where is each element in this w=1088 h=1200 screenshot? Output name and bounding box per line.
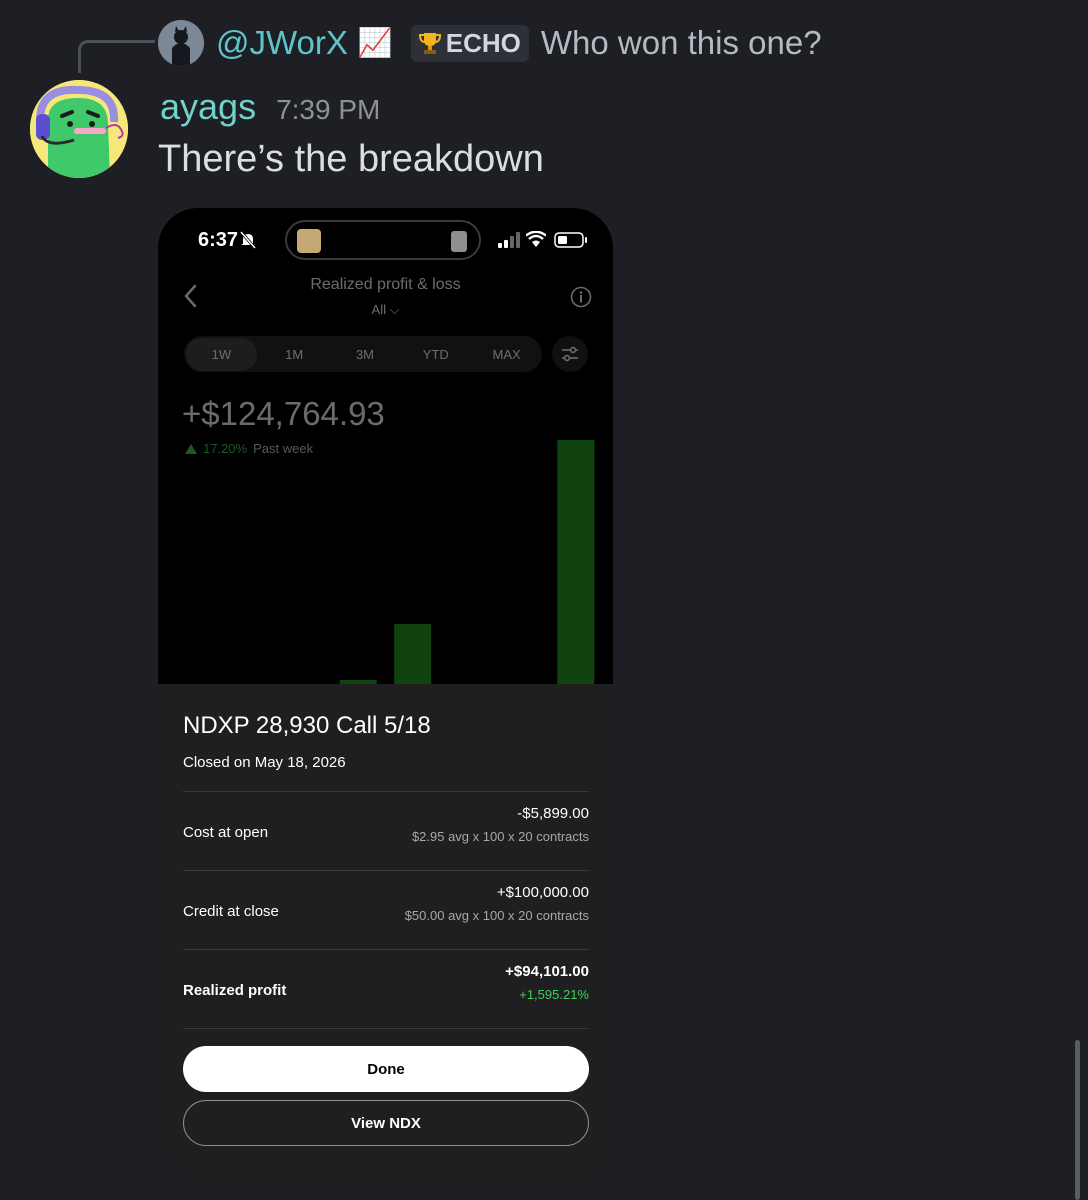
period-tabs: 1W 1M 3M YTD MAX (184, 336, 542, 372)
divider (183, 791, 589, 792)
info-icon[interactable] (570, 286, 592, 308)
divider (183, 1028, 589, 1029)
tab-3m[interactable]: 3M (330, 338, 401, 371)
realized-profit-percent: +1,595.21% (519, 987, 589, 1002)
message-timestamp: 7:39 PM (276, 94, 381, 125)
reply-username[interactable]: @JWorX (216, 24, 348, 62)
attached-screenshot[interactable]: 6:37 Realized profit & loss All ⌵ 1W 1M … (158, 208, 613, 1184)
avatar-image (30, 80, 128, 178)
divider (183, 870, 589, 871)
sliders-icon (562, 346, 578, 362)
live-activity-icon (451, 231, 467, 252)
dynamic-island (285, 220, 481, 260)
cost-at-open-label: Cost at open (183, 824, 269, 841)
cost-at-open-value: -$5,899.00 (517, 805, 589, 822)
credit-at-close-detail: $50.00 avg x 100 x 20 contracts (404, 908, 589, 923)
closed-date: Closed on May 18, 2026 (183, 754, 346, 771)
wifi-icon (526, 231, 546, 247)
screen-title: Realized profit & loss (310, 276, 461, 293)
pnl-bar-chart (339, 440, 595, 684)
bell-muted-icon (240, 231, 256, 249)
credit-at-close-label: Credit at close (183, 903, 279, 920)
reply-avatar[interactable] (158, 20, 204, 66)
chart-increasing-emoji: 📈 (357, 27, 393, 58)
filter-settings-button[interactable] (552, 336, 588, 372)
tab-ytd[interactable]: YTD (400, 338, 471, 371)
user-avatar[interactable] (30, 80, 128, 178)
guild-tag-label: ECHO (445, 27, 521, 58)
divider (183, 949, 589, 950)
guild-tag-badge[interactable]: ECHO (410, 24, 529, 62)
realized-profit-label: Realized profit (183, 982, 287, 999)
contract-title: NDXP 28,930 Call 5/18 (183, 712, 431, 739)
credit-at-close-value: +$100,000.00 (496, 884, 589, 901)
trade-detail-sheet: NDXP 28,930 Call 5/18 Closed on May 18, … (158, 684, 613, 1184)
message-text: There’s the breakdown (158, 138, 544, 180)
cost-at-open-detail: $2.95 avg x 100 x 20 contracts (411, 829, 589, 844)
reply-avatar-image (158, 20, 204, 66)
view-ndx-button[interactable]: View NDX (183, 1100, 589, 1146)
done-button[interactable]: Done (183, 1046, 589, 1092)
message-username[interactable]: ayags (160, 86, 256, 128)
live-activity-thumbnail (297, 229, 321, 253)
reply-text[interactable]: Who won this one? (541, 24, 822, 62)
message-header: ayags 7:39 PM (160, 86, 380, 134)
reply-connector (78, 40, 155, 73)
realized-profit-value: +$94,101.00 (505, 963, 589, 980)
tab-1w[interactable]: 1W (186, 337, 257, 371)
reply-preview[interactable]: @JWorX 📈 ECHO Who won this one? (158, 18, 822, 68)
battery-icon (554, 232, 587, 248)
tab-1m[interactable]: 1M (259, 338, 330, 371)
phone-clock: 6:37 (198, 229, 239, 251)
chart-bar (394, 624, 432, 684)
scrollbar-thumb[interactable] (1075, 1040, 1080, 1200)
trophy-icon (418, 33, 441, 54)
account-filter-dropdown[interactable]: All ⌵ (158, 302, 613, 318)
chart-bar (557, 440, 595, 684)
cellular-signal-icon (498, 232, 520, 248)
tab-max[interactable]: MAX (471, 338, 542, 371)
